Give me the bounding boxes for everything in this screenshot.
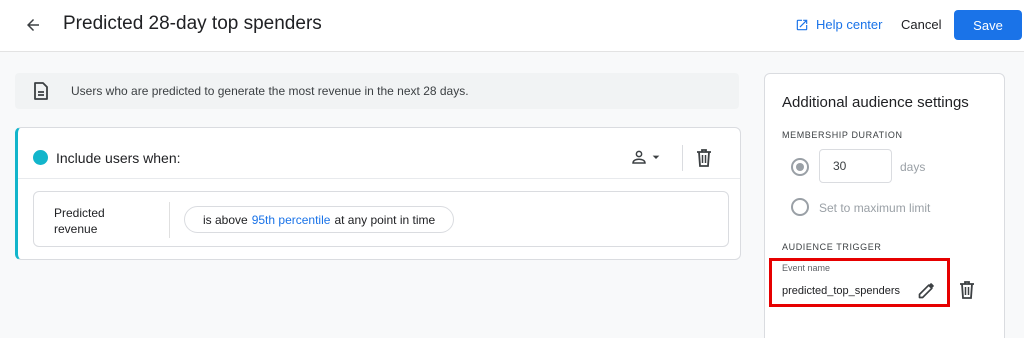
help-center-link[interactable]: Help center bbox=[795, 17, 882, 32]
settings-title: Additional audience settings bbox=[782, 94, 969, 111]
open-in-new-icon bbox=[796, 19, 808, 30]
max-limit-label: Set to maximum limit bbox=[819, 201, 931, 215]
back-button[interactable] bbox=[22, 14, 44, 36]
condition-dimension[interactable]: Predicted revenue bbox=[54, 205, 144, 237]
pencil-icon[interactable] bbox=[917, 280, 937, 300]
audience-description: Users who are predicted to generate the … bbox=[71, 84, 469, 98]
condition-suffix: at any point in time bbox=[334, 212, 436, 227]
audience-description-banner: Users who are predicted to generate the … bbox=[15, 73, 739, 109]
condition-row: Predicted revenue is above 95th percenti… bbox=[33, 191, 729, 247]
header-divider bbox=[682, 145, 683, 171]
save-button[interactable]: Save bbox=[954, 10, 1022, 40]
group-color-indicator bbox=[33, 150, 48, 165]
document-icon bbox=[34, 82, 48, 100]
membership-days-input[interactable]: 30 bbox=[819, 149, 892, 183]
page-title: Predicted 28-day top spenders bbox=[63, 13, 322, 34]
membership-duration-label: MEMBERSHIP DURATION bbox=[782, 130, 903, 140]
condition-operator: is above bbox=[203, 212, 248, 227]
condition-value-chip[interactable]: is above 95th percentile at any point in… bbox=[184, 206, 455, 233]
cancel-button[interactable]: Cancel bbox=[901, 17, 941, 32]
condition-value: 95th percentile bbox=[251, 212, 331, 227]
condition-dimension-line2: revenue bbox=[54, 222, 98, 236]
audience-trigger-label: AUDIENCE TRIGGER bbox=[782, 242, 882, 252]
trash-icon[interactable] bbox=[959, 281, 975, 299]
person-icon bbox=[632, 150, 646, 164]
condition-group-card: Include users when: Predicted revenue is… bbox=[15, 127, 741, 260]
arrow-drop-down-icon bbox=[652, 155, 660, 159]
days-unit-label: days bbox=[900, 160, 926, 174]
condition-scope-dropdown[interactable] bbox=[630, 148, 664, 166]
condition-group-header: Include users when: bbox=[18, 128, 740, 179]
trash-icon[interactable] bbox=[696, 149, 712, 167]
condition-dimension-line1: Predicted bbox=[54, 206, 105, 220]
top-bar: Predicted 28-day top spenders Help cente… bbox=[0, 0, 1024, 52]
days-radio[interactable] bbox=[791, 158, 809, 176]
event-name-label: Event name bbox=[782, 263, 831, 273]
row-divider bbox=[169, 202, 170, 238]
help-center-label: Help center bbox=[816, 17, 883, 32]
arrow-back-icon bbox=[27, 19, 39, 31]
max-limit-radio[interactable] bbox=[791, 198, 809, 216]
event-name-value: predicted_top_spenders bbox=[782, 285, 901, 297]
condition-group-title: Include users when: bbox=[56, 150, 181, 166]
